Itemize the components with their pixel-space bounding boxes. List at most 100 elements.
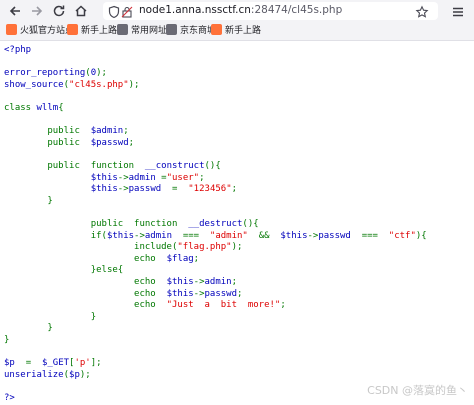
code-token: ); (96, 68, 107, 79)
bookmark-label: 火狐官方站点 (20, 26, 75, 36)
code-token: ; (199, 172, 205, 183)
code-line: public function __construct(){ (4, 161, 220, 173)
code-token: "user" (166, 172, 200, 183)
menu-icon[interactable] (450, 4, 466, 20)
code-line: } (4, 312, 96, 324)
bookmark-item[interactable]: 火狐官方站点 (6, 24, 74, 38)
code-token: $this (280, 230, 308, 241)
code-token: -> (134, 230, 145, 241)
home-icon[interactable] (73, 3, 89, 19)
code-token: echo (4, 300, 167, 311)
code-token: show_source (4, 79, 64, 90)
code-token: echo (4, 253, 167, 264)
code-token: "123456" (188, 184, 232, 195)
code-token: echo (4, 277, 167, 287)
code-token: } (4, 323, 53, 334)
code-line: include("flag.php"); (4, 242, 242, 254)
address-bar[interactable]: node1.anna.nssctf.cn:28474/cl45s.php (103, 2, 438, 20)
bookmark-item[interactable]: 新手上路 (211, 24, 261, 38)
code-token: class (4, 103, 37, 113)
code-token: passwd (318, 230, 362, 241)
bookmark-label: 新手上路 (225, 26, 262, 36)
code-token: ; (128, 137, 135, 148)
bookmark-icon (211, 24, 222, 35)
code-token: public function (4, 219, 189, 229)
forward-arrow-icon[interactable] (29, 3, 45, 19)
code-token: public function (4, 161, 145, 171)
code-token: { (58, 103, 64, 113)
code-token: ; (123, 126, 129, 137)
code-token: error_reporting (4, 68, 86, 79)
php-source-code: <?php error_reporting(0); show_source("cl4… (0, 42, 474, 405)
code-token: "Just a bit more!" (166, 300, 281, 311)
code-token: 'p' (74, 358, 91, 369)
code-token: ; (193, 253, 200, 264)
code-token: = (172, 184, 189, 195)
code-token: = (25, 358, 42, 369)
code-token: "ctf" (388, 230, 416, 241)
bookmark-icon (6, 24, 17, 35)
code-token: -> (193, 277, 205, 287)
code-line: } (4, 335, 9, 347)
code-token: -> (193, 288, 205, 299)
code-token: $_GET (41, 358, 70, 369)
code-token: public (4, 126, 91, 137)
reload-icon[interactable] (51, 3, 67, 19)
url-host: node1.anna.nssctf.cn (139, 4, 251, 16)
bookmark-item[interactable]: 京东商城 (166, 24, 216, 38)
bookmark-item[interactable]: 常用网址 (117, 24, 167, 38)
code-token: (){ (242, 219, 259, 229)
code-token: passwd (204, 288, 238, 299)
bookmark-icon (67, 24, 78, 35)
back-arrow-icon[interactable] (7, 3, 23, 19)
code-line: public $passwd; (4, 138, 134, 150)
code-token: === (182, 230, 210, 241)
code-token: "admin" (209, 230, 259, 241)
code-token: ); (128, 79, 140, 90)
browser-toolbar: node1.anna.nssctf.cn:28474/cl45s.php 火狐官… (0, 0, 474, 41)
shield-icon[interactable] (107, 4, 121, 19)
code-token: "flag.php" (177, 242, 232, 253)
code-token: admin (144, 230, 183, 241)
code-token: } (4, 335, 10, 345)
code-line: $p = $_GET['p']; (4, 358, 102, 370)
code-token: -> (117, 172, 129, 183)
code-token: admin (128, 172, 162, 183)
code-token: ; (280, 300, 286, 311)
code-token: wllm (36, 103, 59, 113)
bookmark-item[interactable]: 新手上路 (67, 24, 117, 38)
code-line: }else{ (4, 265, 124, 277)
code-token: -> (117, 184, 129, 195)
code-token: $p (69, 369, 80, 380)
code-line: echo $this->passwd; (4, 289, 242, 301)
page-info-icon[interactable] (120, 4, 134, 18)
code-token: -> (307, 230, 319, 241)
code-line: <?php (4, 45, 31, 57)
code-token: $passwd (90, 137, 129, 148)
code-token: include( (4, 242, 178, 253)
code-token: ); (79, 369, 91, 380)
url-text[interactable]: node1.anna.nssctf.cn:28474/cl45s.php (139, 4, 342, 16)
code-token: public (4, 137, 91, 148)
code-line: echo $flag; (4, 254, 199, 266)
code-token: $this (106, 230, 135, 241)
code-token: ; (231, 277, 238, 287)
code-token: "cl45s.php" (69, 79, 129, 90)
code-token: && (258, 230, 281, 241)
code-token: $p (4, 358, 26, 369)
code-line: ?> (4, 393, 15, 405)
code-token: ){ (415, 230, 427, 241)
code-line: echo $this->admin; (4, 277, 237, 289)
code-token: }else{ (4, 265, 124, 276)
code-token: $this (166, 288, 194, 299)
bookmark-label: 新手上路 (81, 26, 118, 36)
code-token: $this (4, 184, 118, 195)
code-token: $flag (166, 253, 194, 264)
code-token: __destruct (188, 219, 243, 229)
code-token: passwd (128, 184, 172, 195)
code-token: admin (204, 277, 232, 287)
code-line: class wllm{ (4, 103, 64, 115)
code-line: } (4, 323, 53, 335)
csdn-watermark: CSDN @落寞的鱼丶 (367, 384, 468, 397)
bookmark-star-icon[interactable] (415, 4, 429, 18)
